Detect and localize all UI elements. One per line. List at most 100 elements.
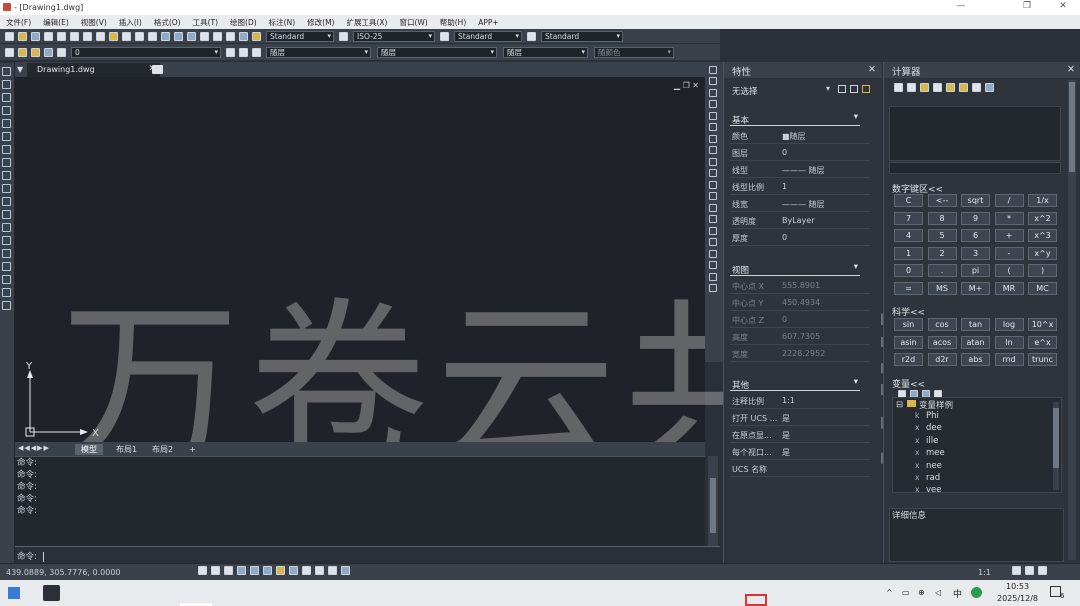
- revcloud-icon[interactable]: [2, 158, 11, 167]
- menu-help[interactable]: 帮助(H): [440, 17, 467, 28]
- numpad-key[interactable]: 3: [961, 246, 990, 260]
- prop-value[interactable]: 0: [782, 233, 787, 242]
- numpad-key[interactable]: MC: [1028, 281, 1057, 295]
- numpad-key[interactable]: <--: [927, 194, 957, 207]
- scientific-key[interactable]: asin: [894, 335, 923, 349]
- tray-chevron-icon[interactable]: ^: [886, 588, 893, 597]
- group-basic[interactable]: 基本 ▾: [730, 112, 860, 126]
- numpad-key[interactable]: x^y: [1028, 246, 1057, 260]
- selection-cycling-icon[interactable]: [341, 566, 350, 575]
- numpad-key[interactable]: C: [894, 194, 923, 207]
- dynamic-ucs-icon[interactable]: [276, 566, 285, 575]
- numpad-key[interactable]: x^3: [1028, 229, 1057, 242]
- variable-item[interactable]: Phi: [926, 411, 939, 421]
- menu-edit[interactable]: 编辑(E): [43, 17, 69, 28]
- scientific-key[interactable]: rnd: [994, 353, 1024, 366]
- quick-select-icon[interactable]: [862, 85, 870, 93]
- tool-palette-icon[interactable]: [226, 31, 235, 41]
- lineweight-toggle-icon[interactable]: [302, 566, 311, 575]
- document-tab[interactable]: Drawing1.dwg ✕: [27, 63, 160, 77]
- scientific-key[interactable]: ln: [994, 335, 1024, 349]
- make-block-icon[interactable]: [2, 223, 11, 232]
- workspace-icon[interactable]: [1025, 566, 1034, 575]
- numpad-key[interactable]: 7: [894, 211, 923, 225]
- stretch-icon[interactable]: [709, 157, 717, 166]
- get-coordinates-icon[interactable]: [933, 83, 942, 92]
- scientific-key[interactable]: r2d: [894, 353, 923, 366]
- intersection-icon[interactable]: [972, 83, 981, 92]
- circle-icon[interactable]: [2, 145, 11, 154]
- properties-icon[interactable]: [200, 31, 209, 41]
- scientific-key[interactable]: log: [994, 318, 1024, 331]
- copy-object-icon[interactable]: [709, 77, 717, 85]
- scientific-key[interactable]: d2r: [927, 353, 957, 366]
- color-select[interactable]: 随层: [266, 46, 371, 58]
- scientific-key[interactable]: cos: [927, 318, 957, 331]
- menu-tools[interactable]: 工具(T): [193, 17, 218, 28]
- menu-app[interactable]: APP+: [478, 18, 498, 27]
- undo-icon[interactable]: [122, 31, 131, 41]
- tab-model[interactable]: 模型: [75, 444, 103, 455]
- prop-value[interactable]: 是: [782, 447, 790, 458]
- numpad-key[interactable]: 4: [894, 229, 923, 242]
- help-icon[interactable]: [985, 83, 994, 92]
- break-icon[interactable]: [709, 192, 717, 200]
- copy-icon[interactable]: [83, 31, 92, 41]
- numpad-key[interactable]: ): [1028, 264, 1057, 277]
- toggle-pickadd-icon[interactable]: [838, 85, 846, 93]
- extend-icon[interactable]: [709, 180, 717, 189]
- numpad-key[interactable]: 0: [894, 264, 923, 277]
- tree-expand-icon[interactable]: ⊟: [896, 400, 903, 410]
- scientific-key[interactable]: acos: [927, 335, 957, 349]
- pan-icon[interactable]: [148, 31, 157, 41]
- selection-dropdown-arrow-icon[interactable]: ▾: [826, 84, 830, 93]
- scientific-key[interactable]: tan: [961, 318, 990, 331]
- group-view[interactable]: 视图 ▾: [730, 262, 860, 276]
- numpad-key[interactable]: 5: [927, 229, 957, 242]
- clear-history-icon[interactable]: [907, 83, 916, 92]
- variables-scrollbar[interactable]: [1053, 402, 1059, 490]
- quick-properties-icon[interactable]: [328, 566, 337, 575]
- chamfer-icon[interactable]: [709, 215, 717, 223]
- selection-dropdown[interactable]: 无选择: [732, 85, 758, 97]
- numpad-key[interactable]: M+: [961, 281, 990, 295]
- table-style-select[interactable]: Standard: [454, 30, 522, 42]
- tab-scroll-arrows-icon[interactable]: ◀◀◀▶▶: [18, 444, 50, 452]
- numpad-key[interactable]: sqrt: [961, 194, 990, 207]
- hatch-icon[interactable]: [2, 249, 11, 258]
- mirror-icon[interactable]: [709, 88, 717, 97]
- scientific-key[interactable]: trunc: [1028, 353, 1057, 366]
- arc-icon[interactable]: [2, 132, 11, 141]
- distance-icon[interactable]: [946, 83, 955, 92]
- prop-value[interactable]: ■随层: [782, 131, 806, 142]
- menu-draw[interactable]: 绘图(D): [230, 17, 257, 28]
- numpad-key[interactable]: 2: [927, 246, 957, 260]
- new-icon[interactable]: [5, 31, 14, 41]
- viewport-controls[interactable]: ▁ ❐ ✕: [674, 81, 699, 90]
- save-icon[interactable]: [31, 31, 40, 41]
- numpad-key[interactable]: +: [994, 229, 1024, 242]
- construction-line-icon[interactable]: [2, 80, 11, 89]
- drawing-canvas[interactable]: ▁ ❐ ✕: [15, 77, 705, 442]
- numpad-key[interactable]: 6: [961, 229, 990, 242]
- variable-item[interactable]: dee: [926, 423, 942, 433]
- numpad-key[interactable]: 8: [927, 211, 957, 225]
- table-icon[interactable]: [2, 288, 11, 297]
- menu-view[interactable]: 视图(V): [81, 17, 107, 28]
- properties-close-icon[interactable]: ✕: [868, 64, 876, 75]
- restore-button[interactable]: ❐: [1012, 1, 1042, 11]
- tab-menu-icon[interactable]: ▼: [17, 65, 23, 74]
- clean-screen-icon[interactable]: [1038, 566, 1047, 575]
- menu-format[interactable]: 格式(O): [154, 17, 181, 28]
- redo-icon[interactable]: [135, 31, 144, 41]
- menu-file[interactable]: 文件(F): [6, 17, 31, 28]
- menu-modify[interactable]: 修改(M): [307, 17, 334, 28]
- ime-indicator[interactable]: 中: [953, 587, 962, 600]
- array-icon[interactable]: [709, 111, 717, 120]
- variable-item[interactable]: vee: [926, 485, 942, 495]
- menu-insert[interactable]: 插入(I): [119, 17, 142, 28]
- menu-window[interactable]: 窗口(W): [399, 17, 427, 28]
- design-center-icon[interactable]: [213, 31, 222, 41]
- numpad-key[interactable]: /: [994, 194, 1024, 207]
- numpad-key[interactable]: MS: [927, 281, 957, 295]
